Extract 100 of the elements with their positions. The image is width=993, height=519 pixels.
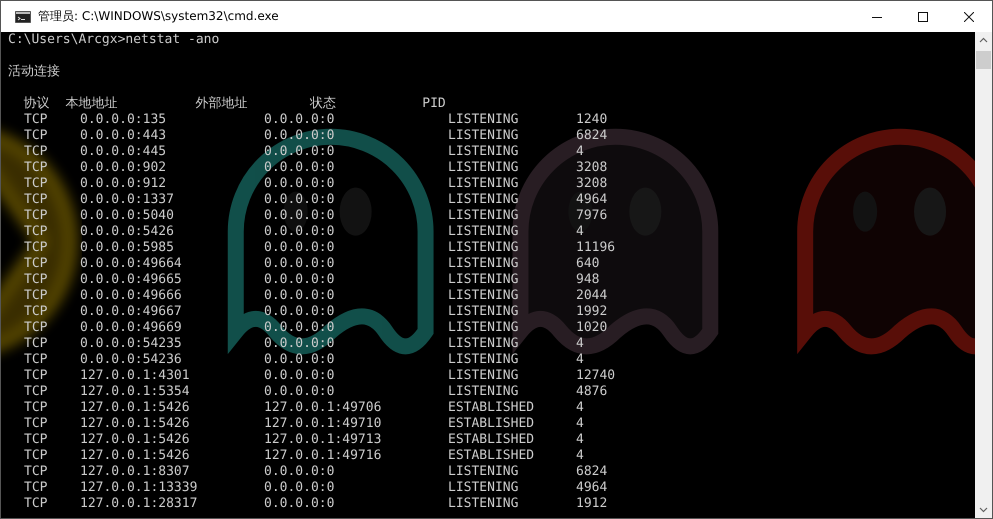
table-cell-text: 127.0.0.1:5354 bbox=[80, 384, 191, 400]
table-cell-text: ESTABLISHED bbox=[448, 400, 536, 416]
table-cell-text: LISTENING bbox=[448, 224, 520, 240]
table-cell-text: LISTENING bbox=[448, 240, 520, 256]
table-cell-text: 127.0.0.1:5426 bbox=[80, 400, 191, 416]
table-cell-text: TCP bbox=[24, 416, 48, 432]
command-line: C:\Users\Arcgx>netstat -ano bbox=[8, 32, 220, 48]
table-cell-text: LISTENING bbox=[448, 480, 520, 496]
table-cell: 7976 bbox=[576, 208, 608, 224]
table-cell-text: 0.0.0.0:49664 bbox=[80, 256, 183, 272]
table-cell-text: 127.0.0.1:49706 bbox=[264, 400, 382, 416]
table-cell-text: LISTENING bbox=[448, 368, 520, 384]
console-icon bbox=[15, 10, 31, 22]
table-cell: 6824 bbox=[576, 128, 608, 144]
table-cell-text: 127.0.0.1:49713 bbox=[264, 432, 382, 448]
table-cell-text: TCP bbox=[24, 464, 48, 480]
table-cell-text: LISTENING bbox=[448, 128, 520, 144]
table-cell-text: 0.0.0.0:5426 bbox=[80, 224, 175, 240]
table-cell-text: LISTENING bbox=[448, 192, 520, 208]
table-cell-text: 0.0.0.0:443 bbox=[80, 128, 168, 144]
table-cell-text: 127.0.0.1:8307 bbox=[80, 464, 191, 480]
table-cell-text: 127.0.0.1:49716 bbox=[264, 448, 382, 464]
table-cell-text: TCP bbox=[24, 112, 48, 128]
scrollbar[interactable] bbox=[975, 32, 992, 518]
window-title: 管理员: C:\WINDOWS\system32\cmd.exe bbox=[38, 8, 279, 25]
table-cell: 4964 bbox=[576, 192, 608, 208]
table-cell-text: LISTENING bbox=[448, 304, 520, 320]
table-cell-text: ESTABLISHED bbox=[448, 416, 536, 432]
table-cell: 4 bbox=[576, 352, 584, 368]
table-cell-text: TCP bbox=[24, 400, 48, 416]
table-cell-text: 0.0.0.0:0 bbox=[264, 480, 336, 496]
table-cell-text: ESTABLISHED bbox=[448, 448, 536, 464]
table-cell-text: 0.0.0.0:0 bbox=[264, 224, 336, 240]
table-cell-text: LISTENING bbox=[448, 144, 520, 160]
table-cell-text: LISTENING bbox=[448, 272, 520, 288]
table-cell-text: 0.0.0.0:49669 bbox=[80, 320, 183, 336]
table-cell: 4 bbox=[576, 144, 584, 160]
table-cell: 4 bbox=[576, 432, 584, 448]
table-cell: 1240 bbox=[576, 112, 608, 128]
table-cell-text: 0.0.0.0:0 bbox=[264, 320, 336, 336]
table-cell-text: TCP bbox=[24, 256, 48, 272]
table-cell-text: 0.0.0.0:0 bbox=[264, 176, 336, 192]
table-cell-text: 0.0.0.0:0 bbox=[264, 304, 336, 320]
table-cell-text: LISTENING bbox=[448, 384, 520, 400]
table-cell-text: 0.0.0.0:0 bbox=[264, 192, 336, 208]
table-cell-text: TCP bbox=[24, 208, 48, 224]
table-cell-text: LISTENING bbox=[448, 160, 520, 176]
table-cell-text: LISTENING bbox=[448, 176, 520, 192]
table-cell-text: 0.0.0.0:5985 bbox=[80, 240, 175, 256]
table-cell-text: TCP bbox=[24, 384, 48, 400]
table-cell: 4 bbox=[576, 224, 584, 240]
table-cell: 2044 bbox=[576, 288, 608, 304]
table-cell-text: TCP bbox=[24, 224, 48, 240]
table-cell-text: 0.0.0.0:1337 bbox=[80, 192, 175, 208]
table-cell-text: TCP bbox=[24, 352, 48, 368]
table-cell-text: LISTENING bbox=[448, 288, 520, 304]
table-cell: 12740 bbox=[576, 368, 616, 384]
table-cell: 11196 bbox=[576, 240, 616, 256]
table-cell-text: 127.0.0.1:4301 bbox=[80, 368, 191, 384]
table-cell-text: 0.0.0.0:54236 bbox=[80, 352, 183, 368]
table-cell: 4 bbox=[576, 416, 584, 432]
table-cell-text: 0.0.0.0:0 bbox=[264, 144, 336, 160]
table-cell-text: LISTENING bbox=[448, 256, 520, 272]
table-cell-text: LISTENING bbox=[448, 320, 520, 336]
table-cell-text: TCP bbox=[24, 144, 48, 160]
table-cell-text: LISTENING bbox=[448, 352, 520, 368]
table-cell: 3208 bbox=[576, 160, 608, 176]
table-cell: 3208 bbox=[576, 176, 608, 192]
table-cell-text: TCP bbox=[24, 160, 48, 176]
table-cell-text: 0.0.0.0:902 bbox=[80, 160, 168, 176]
table-cell-text: TCP bbox=[24, 288, 48, 304]
table-cell-text: TCP bbox=[24, 272, 48, 288]
table-cell-text: TCP bbox=[24, 336, 48, 352]
table-cell-text: 0.0.0.0:49665 bbox=[80, 272, 183, 288]
maximize-icon bbox=[918, 12, 928, 22]
table-cell: 4 bbox=[576, 400, 584, 416]
table-cell-text: 0.0.0.0:0 bbox=[264, 256, 336, 272]
table-cell-text: 0.0.0.0:0 bbox=[264, 384, 336, 400]
table-cell: 1020 bbox=[576, 320, 608, 336]
table-cell: 4 bbox=[576, 336, 584, 352]
table-cell-text: 0.0.0.0:912 bbox=[80, 176, 168, 192]
table-cell-text: ESTABLISHED bbox=[448, 432, 536, 448]
table-cell-text: TCP bbox=[24, 496, 48, 512]
table-cell-text: 0.0.0.0:54235 bbox=[80, 336, 183, 352]
table-cell-text: 0.0.0.0:49666 bbox=[80, 288, 183, 304]
table-cell: 948 bbox=[576, 272, 600, 288]
scroll-thumb[interactable] bbox=[976, 51, 991, 69]
table-cell: 640 bbox=[576, 256, 600, 272]
table-cell-text: 0.0.0.0:0 bbox=[264, 272, 336, 288]
table-cell: 4876 bbox=[576, 384, 608, 400]
table-cell-text: 0.0.0.0:0 bbox=[264, 160, 336, 176]
table-cell-text: 127.0.0.1:13339 bbox=[80, 480, 198, 496]
table-cell-text: 0.0.0.0:445 bbox=[80, 144, 168, 160]
table-cell-text: TCP bbox=[24, 192, 48, 208]
table-cell-text: TCP bbox=[24, 240, 48, 256]
table-cell-text: 0.0.0.0:0 bbox=[264, 336, 336, 352]
table-cell-text: 0.0.0.0:0 bbox=[264, 288, 336, 304]
table-cell-text: 0.0.0.0:0 bbox=[264, 240, 336, 256]
column-header-line: 协议 本地地址 外部地址 状态 PID bbox=[22, 96, 446, 112]
table-cell: 4 bbox=[576, 448, 584, 464]
